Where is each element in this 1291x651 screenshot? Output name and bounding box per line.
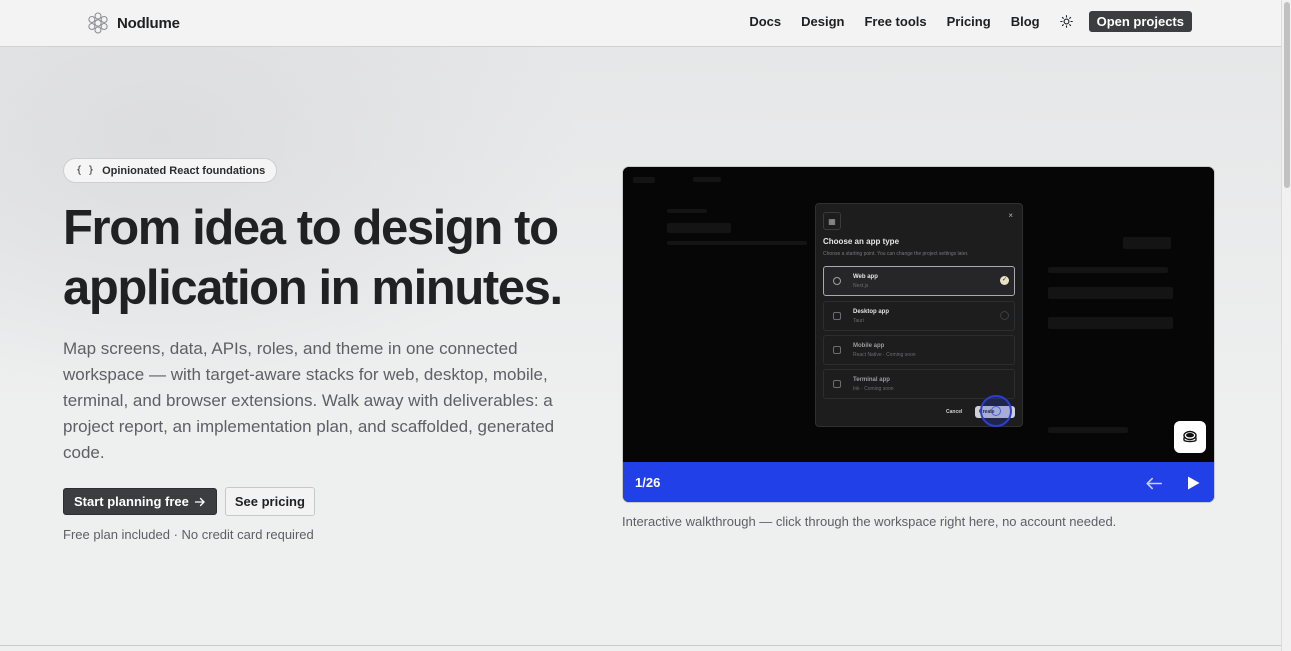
section-divider — [0, 645, 1281, 646]
radio-icon — [1000, 311, 1009, 320]
ghost-app-logo — [633, 177, 655, 183]
main-nav: Docs Design Free tools Pricing Blog Open… — [749, 11, 1192, 32]
nav-blog[interactable]: Blog — [1011, 12, 1040, 32]
option-web-app[interactable]: Web app Next.js ✓ — [823, 266, 1015, 296]
braces-icon: { } — [76, 165, 95, 176]
option-name: Mobile app — [853, 343, 885, 349]
ghost-new-button — [1123, 237, 1171, 249]
slide-counter: 1/26 — [635, 475, 661, 490]
option-name: Web app — [853, 274, 878, 280]
ghost-page-title — [667, 223, 731, 233]
ghost-footer — [1048, 427, 1128, 433]
walkthrough-screen[interactable]: ▦ × Choose an app type Choose a starting… — [623, 167, 1214, 462]
badge-label: Opinionated React foundations — [102, 164, 266, 177]
terminal-icon — [833, 380, 841, 388]
top-navigation-bar: Nodlume Docs Design Free tools Pricing B… — [0, 0, 1281, 47]
chat-bubble-icon — [1183, 430, 1197, 443]
ghost-nav — [693, 177, 721, 182]
option-mobile-app[interactable]: Mobile app React Native · Coming soon — [823, 335, 1015, 365]
grid-icon: ▦ — [823, 212, 841, 230]
sun-icon[interactable] — [1059, 15, 1073, 28]
see-pricing-button[interactable]: See pricing — [224, 487, 315, 516]
nav-pricing[interactable]: Pricing — [947, 12, 991, 32]
monitor-icon — [833, 312, 841, 320]
check-icon: ✓ — [1000, 276, 1009, 285]
brand-name: Nodlume — [117, 14, 180, 32]
free-plan-note: Free plan included · No credit card requ… — [63, 527, 314, 542]
option-meta: Next.js — [853, 283, 869, 289]
choose-app-type-modal: ▦ × Choose an app type Choose a starting… — [815, 203, 1023, 427]
ghost-breadcrumb — [667, 209, 707, 213]
option-meta: Tauri — [853, 318, 864, 324]
ghost-filter — [1048, 267, 1168, 273]
open-projects-button[interactable]: Open projects — [1088, 11, 1192, 32]
option-desktop-app[interactable]: Desktop app Tauri — [823, 301, 1015, 331]
play-button[interactable] — [1182, 473, 1204, 493]
play-icon — [1188, 476, 1200, 490]
hero-headline: From idea to design to application in mi… — [63, 198, 583, 318]
start-planning-button[interactable]: Start planning free — [63, 488, 217, 515]
arrow-right-icon — [194, 497, 205, 506]
hero-section: { } Opinionated React foundations From i… — [63, 158, 583, 542]
headline-line-2: application in minutes. — [63, 261, 563, 315]
walkthrough-caption: Interactive walkthrough — click through … — [622, 514, 1117, 529]
assistant-widget-button[interactable] — [1174, 421, 1206, 453]
option-terminal-app[interactable]: Terminal app Ink · Coming soon — [823, 369, 1015, 399]
headline-line-1: From idea to design to — [63, 201, 559, 255]
option-name: Terminal app — [853, 377, 890, 383]
scrollbar-thumb[interactable] — [1284, 2, 1290, 188]
option-meta: Ink · Coming soon — [853, 386, 894, 392]
nav-docs[interactable]: Docs — [749, 12, 781, 32]
modal-title: Choose an app type — [823, 237, 900, 246]
ghost-card-2 — [1048, 317, 1173, 329]
nav-design[interactable]: Design — [801, 12, 844, 32]
ghost-subtitle — [667, 241, 807, 245]
player-controls: 1/26 — [623, 462, 1214, 502]
ghost-card-1 — [1048, 287, 1173, 299]
page-scrollbar[interactable] — [1281, 0, 1291, 651]
option-name: Desktop app — [853, 309, 890, 315]
arrow-left-icon — [1146, 477, 1163, 489]
nav-free-tools[interactable]: Free tools — [864, 12, 926, 32]
previous-step-button[interactable] — [1143, 473, 1165, 493]
hero-description: Map screens, data, APIs, roles, and them… — [63, 339, 555, 462]
feature-badge: { } Opinionated React foundations — [63, 158, 278, 183]
nodlume-logo-icon — [88, 12, 108, 34]
option-meta: React Native · Coming soon — [853, 352, 916, 358]
click-target-icon — [991, 406, 1001, 416]
cta-row: Start planning free See pricing — [63, 487, 583, 516]
modal-subtitle: Choose a starting point. You can change … — [823, 251, 969, 257]
brand-logo-link[interactable]: Nodlume — [86, 11, 180, 35]
interactive-walkthrough-player[interactable]: ▦ × Choose an app type Choose a starting… — [622, 166, 1215, 503]
close-icon[interactable]: × — [1008, 211, 1013, 220]
start-planning-label: Start planning free — [74, 494, 189, 509]
modal-cancel-button[interactable]: Cancel — [946, 409, 962, 415]
globe-icon — [833, 277, 841, 285]
smartphone-icon — [833, 346, 841, 354]
